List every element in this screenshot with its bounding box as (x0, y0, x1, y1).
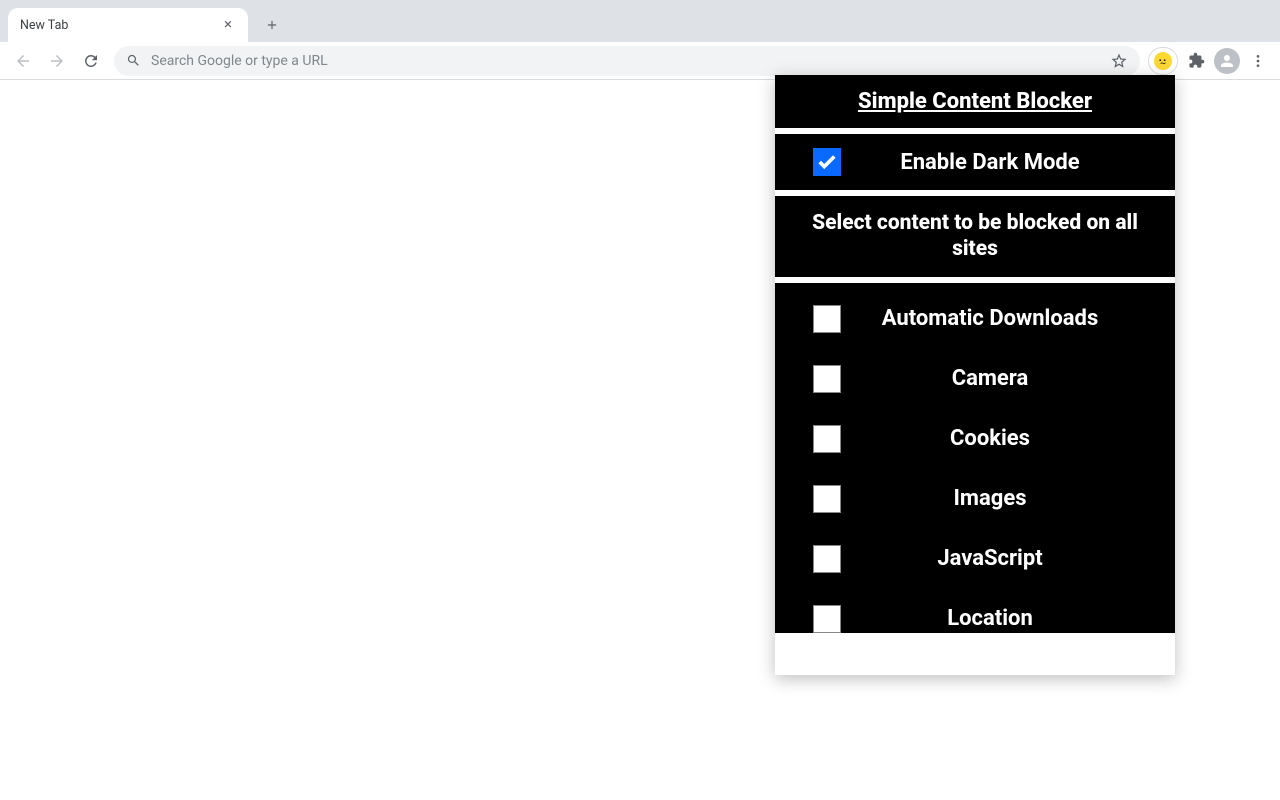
puzzle-icon (1188, 52, 1205, 69)
dark-mode-checkbox[interactable] (813, 148, 841, 176)
section-title: Select content to be blocked on all site… (787, 210, 1163, 263)
popup-header: Simple Content Blocker (775, 75, 1175, 128)
extension-face-icon (1154, 52, 1172, 70)
option-row: Cookies (787, 425, 1163, 453)
option-checkbox[interactable] (813, 425, 841, 453)
options-list: Automatic Downloads Camera Cookies Image… (775, 283, 1175, 633)
option-row: Location (787, 605, 1163, 633)
option-label: Camera (867, 366, 1163, 391)
profile-button[interactable] (1214, 48, 1240, 74)
extension-button[interactable] (1148, 47, 1178, 75)
option-checkbox[interactable] (813, 605, 841, 633)
reload-button[interactable] (76, 46, 106, 76)
option-checkbox[interactable] (813, 545, 841, 573)
option-row: Automatic Downloads (787, 305, 1163, 333)
bookmark-star-icon[interactable] (1110, 52, 1128, 70)
popup-title: Simple Content Blocker (787, 89, 1163, 114)
dark-mode-panel: Enable Dark Mode (775, 134, 1175, 190)
arrow-left-icon (14, 52, 32, 70)
option-checkbox[interactable] (813, 365, 841, 393)
extensions-menu-button[interactable] (1182, 47, 1210, 75)
forward-button[interactable] (42, 46, 72, 76)
person-icon (1218, 52, 1236, 70)
chrome-menu-button[interactable] (1244, 47, 1272, 75)
option-checkbox[interactable] (813, 485, 841, 513)
back-button[interactable] (8, 46, 38, 76)
option-checkbox[interactable] (813, 305, 841, 333)
tab-strip: New Tab × (0, 0, 1280, 42)
arrow-right-icon (48, 52, 66, 70)
omnibox[interactable]: Search Google or type a URL (114, 46, 1140, 76)
option-label: Location (867, 606, 1163, 631)
option-label: Cookies (867, 426, 1163, 451)
dark-mode-row: Enable Dark Mode (787, 148, 1163, 176)
dark-mode-label: Enable Dark Mode (867, 150, 1163, 175)
omnibox-placeholder: Search Google or type a URL (151, 53, 1100, 69)
option-label: JavaScript (867, 546, 1163, 571)
kebab-icon (1250, 53, 1266, 69)
tab-title: New Tab (20, 18, 220, 33)
option-row: JavaScript (787, 545, 1163, 573)
check-icon (816, 151, 838, 173)
extension-popup: Simple Content Blocker Enable Dark Mode … (775, 75, 1175, 675)
option-row: Images (787, 485, 1163, 513)
section-header: Select content to be blocked on all site… (775, 196, 1175, 277)
browser-tab[interactable]: New Tab × (8, 8, 248, 42)
new-tab-button[interactable] (258, 11, 286, 39)
close-tab-icon[interactable]: × (220, 17, 236, 33)
option-label: Automatic Downloads (867, 306, 1163, 331)
page-content: Simple Content Blocker Enable Dark Mode … (0, 80, 1280, 800)
plus-icon (265, 18, 279, 32)
option-label: Images (867, 486, 1163, 511)
option-row: Camera (787, 365, 1163, 393)
reload-icon (82, 52, 100, 70)
search-icon (126, 53, 141, 68)
